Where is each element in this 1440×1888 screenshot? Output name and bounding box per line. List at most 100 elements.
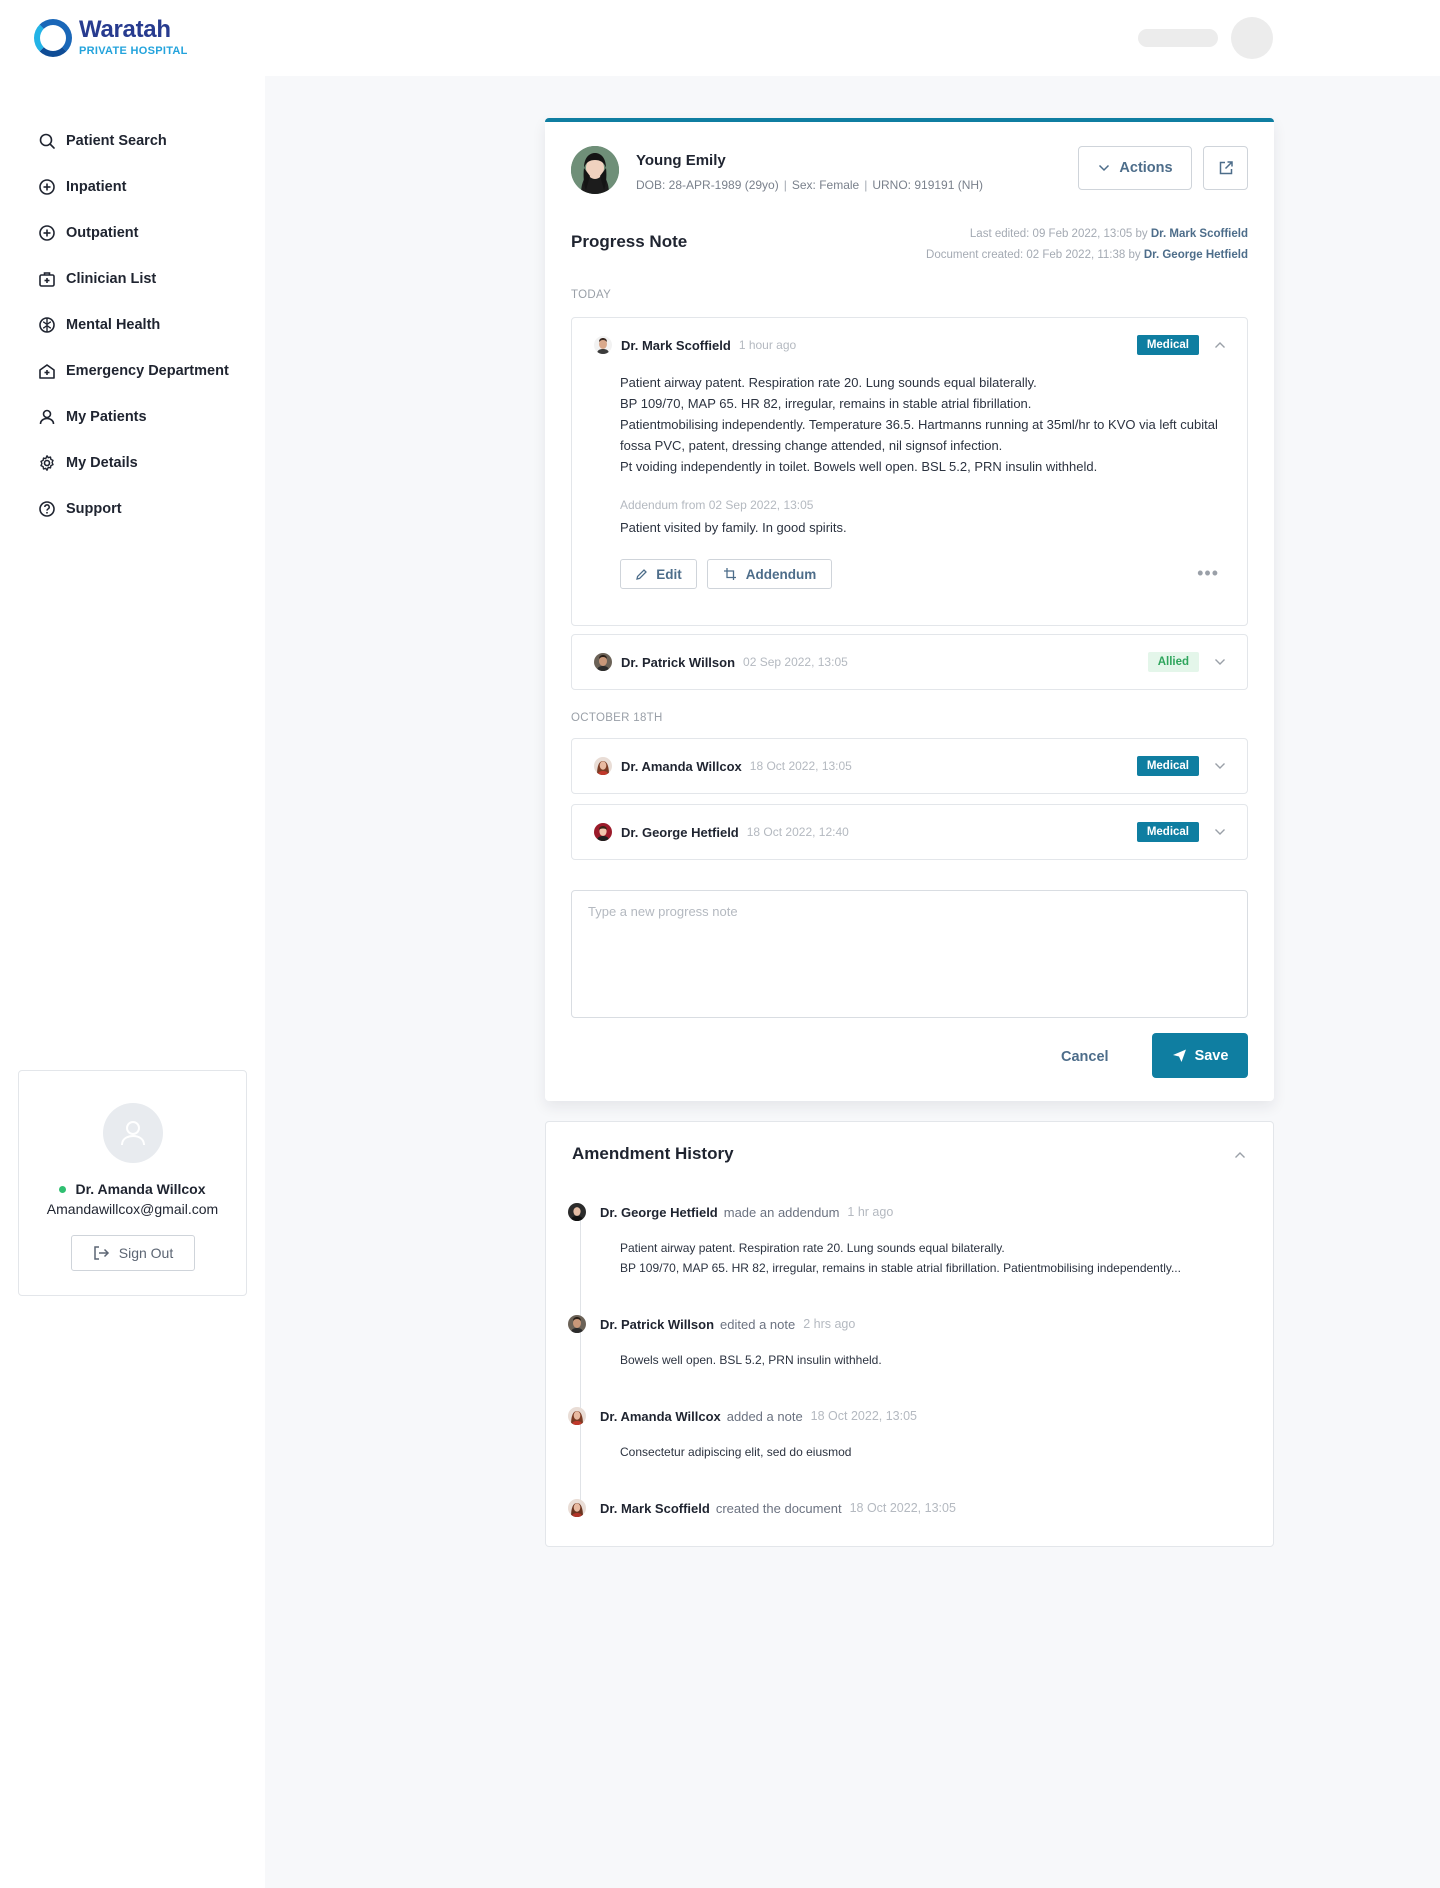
open-external-button[interactable] <box>1203 146 1248 190</box>
note-entry-collapsed[interactable]: Dr. Amanda Willcox 18 Oct 2022, 13:05 Me… <box>571 738 1248 794</box>
addendum-button[interactable]: Addendum <box>707 559 832 589</box>
entry-author: Dr. Mark Scoffield <box>621 337 731 353</box>
search-icon <box>39 133 55 149</box>
entry-header[interactable]: Dr. George Hetfield 18 Oct 2022, 12:40 M… <box>594 805 1227 859</box>
note-entry-collapsed[interactable]: Dr. George Hetfield 18 Oct 2022, 12:40 M… <box>571 804 1248 860</box>
sidebar-item-inpatient[interactable]: Inpatient <box>38 164 229 210</box>
chevron-up-icon[interactable] <box>1213 338 1227 352</box>
history-body: Patient airway patent. Respiration rate … <box>620 1238 1220 1278</box>
sidebar: Patient Search Inpatient Outpatient Clin… <box>0 76 265 1888</box>
author-photo-icon <box>594 653 612 671</box>
edit-button[interactable]: Edit <box>620 559 697 589</box>
patient-urno: URNO: 919191 (NH) <box>872 178 984 192</box>
separator: | <box>783 178 787 192</box>
addendum-icon <box>723 567 736 580</box>
created-author-link[interactable]: Dr. George Hetfield <box>1144 249 1248 261</box>
chevron-down-icon[interactable] <box>1213 655 1227 669</box>
help-icon <box>39 501 55 517</box>
last-edited-text: Last edited: 09 Feb 2022, 13:05 by <box>969 228 1151 240</box>
sidebar-item-label: Patient Search <box>66 133 167 149</box>
entry-header[interactable]: Dr. Amanda Willcox 18 Oct 2022, 13:05 Me… <box>594 739 1227 793</box>
history-time: 2 hrs ago <box>803 1317 856 1331</box>
patient-details: DOB: 28-APR-1989 (29yo) | Sex: Female | URNO… <box>636 178 983 192</box>
hospital-logo[interactable]: Waratah PRIVATE HOSPITAL <box>34 18 188 57</box>
amendment-history-card: Amendment History Dr. George Hetfield ma… <box>545 1121 1274 1547</box>
history-item: Dr. Amanda Willcox added a note 18 Oct 2… <box>568 1406 1247 1462</box>
created-text: Document created: 02 Feb 2022, 11:38 by <box>926 249 1144 261</box>
author-avatar <box>568 1407 586 1425</box>
history-item: Dr. Mark Scoffield created the document … <box>568 1498 1247 1518</box>
actions-label: Actions <box>1119 160 1173 176</box>
author-photo-icon <box>568 1407 586 1425</box>
top-user-avatar[interactable] <box>1231 17 1273 59</box>
sign-out-icon <box>94 1246 109 1260</box>
patient-header: Young Emily DOB: 28-APR-1989 (29yo) | Sex:… <box>571 146 1248 198</box>
patient-avatar <box>571 146 619 194</box>
plus-circle-icon <box>39 225 55 241</box>
actions-dropdown-button[interactable]: Actions <box>1078 146 1192 190</box>
sidebar-item-emergency-department[interactable]: Emergency Department <box>38 348 229 394</box>
sidebar-item-label: Clinician List <box>66 271 157 287</box>
history-time: 18 Oct 2022, 13:05 <box>810 1409 918 1423</box>
more-options-icon[interactable]: ••• <box>1197 563 1219 584</box>
save-label: Save <box>1194 1047 1229 1064</box>
sidebar-item-my-patients[interactable]: My Patients <box>38 394 229 440</box>
author-avatar <box>594 336 612 354</box>
entry-header[interactable]: Dr. Patrick Willson 02 Sep 2022, 13:05 A… <box>594 635 1227 689</box>
history-author: Dr. Mark Scoffield <box>600 1500 710 1516</box>
sidebar-item-outpatient[interactable]: Outpatient <box>38 210 229 256</box>
section-label-october: OCTOBER 18TH <box>571 712 663 724</box>
section-label-today: TODAY <box>571 289 612 301</box>
entry-time: 1 hour ago <box>738 338 797 352</box>
entry-header[interactable]: Dr. Mark Scoffield 1 hour ago Medical <box>594 318 1227 372</box>
sidebar-item-my-details[interactable]: My Details <box>38 440 229 486</box>
brain-icon <box>39 317 55 333</box>
sidebar-item-mental-health[interactable]: Mental Health <box>38 302 229 348</box>
history-action: made an addendum <box>723 1204 840 1220</box>
addendum-label: Addendum from 02 Sep 2022, 13:05 <box>620 498 814 512</box>
amendment-history-title: Amendment History <box>572 1144 734 1163</box>
history-action: created the document <box>715 1500 842 1516</box>
logo-name: Waratah <box>79 16 171 43</box>
sidebar-item-label: Emergency Department <box>66 363 229 379</box>
sidebar-item-label: My Details <box>66 455 138 471</box>
top-bar: Waratah PRIVATE HOSPITAL <box>0 0 1440 76</box>
history-body: Consectetur adipiscing elit, sed do eius… <box>620 1442 1220 1462</box>
sign-out-button[interactable]: Sign Out <box>70 1235 195 1271</box>
addendum-text: Patient visited by family. In good spiri… <box>620 520 847 535</box>
sidebar-item-patient-search[interactable]: Patient Search <box>38 118 229 164</box>
sidebar-item-clinician-list[interactable]: Clinician List <box>38 256 229 302</box>
author-avatar <box>594 823 612 841</box>
history-line: BP 109/70, MAP 65. HR 82, irregular, rem… <box>620 1261 1181 1275</box>
history-body: Bowels well open. BSL 5.2, PRN insulin w… <box>620 1350 1220 1370</box>
cancel-button[interactable]: Cancel <box>1061 1049 1109 1065</box>
chevron-up-icon[interactable] <box>1233 1148 1247 1162</box>
new-note-input[interactable] <box>572 891 1247 1017</box>
chevron-down-icon[interactable] <box>1213 759 1227 773</box>
sidebar-item-support[interactable]: Support <box>38 486 229 532</box>
author-photo-icon <box>594 823 612 841</box>
history-line: Bowels well open. BSL 5.2, PRN insulin w… <box>620 1353 882 1367</box>
author-avatar <box>568 1315 586 1333</box>
edit-label: Edit <box>656 566 682 582</box>
author-photo-icon <box>568 1203 586 1221</box>
history-time: 1 hr ago <box>847 1205 894 1219</box>
chevron-down-icon[interactable] <box>1213 825 1227 839</box>
save-button[interactable]: Save <box>1152 1033 1248 1078</box>
history-author: Dr. Amanda Willcox <box>600 1408 721 1424</box>
history-item: Dr. George Hetfield made an addendum 1 h… <box>568 1202 1247 1278</box>
author-avatar <box>568 1499 586 1517</box>
page-title: Progress Note <box>571 232 688 251</box>
entry-author: Dr. Patrick Willson <box>621 654 736 670</box>
user-icon <box>120 1121 145 1146</box>
sign-out-label: Sign Out <box>118 1245 174 1261</box>
note-entry-collapsed[interactable]: Dr. Patrick Willson 02 Sep 2022, 13:05 A… <box>571 634 1248 690</box>
history-action: added a note <box>726 1408 803 1424</box>
tag-badge: Allied <box>1147 652 1199 672</box>
tag-badge: Medical <box>1136 822 1199 842</box>
last-edited-author-link[interactable]: Dr. Mark Scoffield <box>1151 228 1248 240</box>
history-action: edited a note <box>720 1316 796 1332</box>
tag-badge: Medical <box>1136 756 1199 776</box>
chevron-down-icon <box>1099 164 1110 172</box>
entry-body: Patient airway patent. Respiration rate … <box>620 372 1227 477</box>
